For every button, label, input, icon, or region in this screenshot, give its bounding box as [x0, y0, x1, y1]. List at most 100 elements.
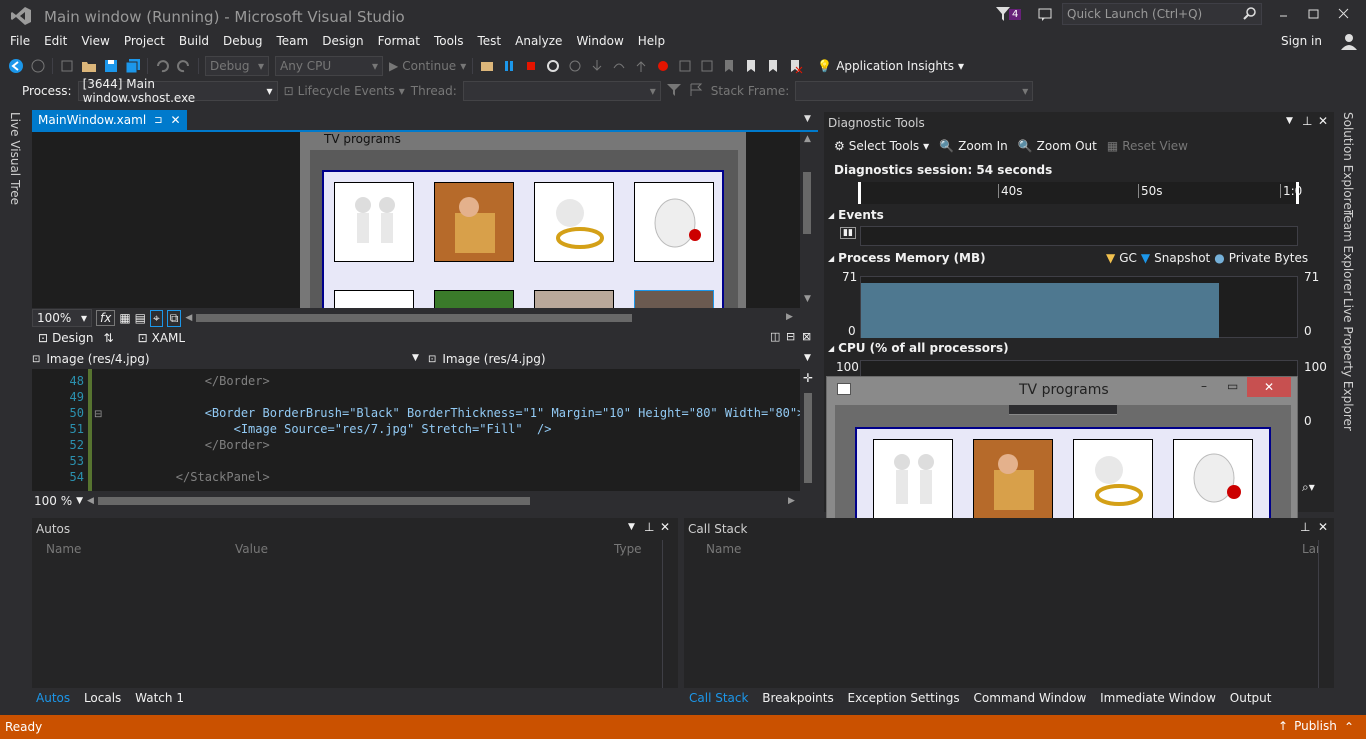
menu-edit[interactable]: Edit — [44, 34, 67, 48]
cpu-header[interactable]: ◢ CPU (% of all processors) — [828, 341, 1009, 355]
editor-vertical-scrollbar[interactable]: ✛ — [800, 369, 818, 491]
close-icon[interactable]: ✕ — [1318, 114, 1328, 128]
zoom-in-button[interactable]: 🔍 Zoom In — [939, 139, 1008, 153]
filter-icon[interactable] — [996, 7, 1010, 24]
scroll-right-icon[interactable]: ▶ — [788, 496, 795, 506]
sign-in-link[interactable]: Sign in — [1281, 34, 1322, 48]
collapse-region-icon[interactable]: ⊟ — [94, 409, 102, 420]
show-next-statement-icon[interactable] — [567, 58, 583, 74]
live-tree-adorner[interactable] — [1009, 405, 1117, 415]
tab-command-window[interactable]: Command Window — [973, 691, 1086, 705]
memory-header[interactable]: ◢ Process Memory (MB) — [828, 251, 986, 265]
collapse-pane-icon[interactable]: ⊠ — [802, 330, 811, 343]
program-image[interactable] — [434, 290, 514, 308]
scroll-down-icon[interactable]: ▼ — [804, 294, 811, 304]
chevron-up-icon[interactable]: ⌃ — [1344, 720, 1354, 734]
autos-scrollbar[interactable] — [662, 540, 676, 688]
quick-launch-input[interactable]: Quick Launch (Ctrl+Q) — [1062, 3, 1262, 25]
column-lang[interactable]: Lang — [1302, 542, 1318, 556]
config-dropdown[interactable]: Debug ▾ — [205, 56, 269, 76]
breakpoints-icon[interactable] — [655, 58, 671, 74]
maximize-button[interactable] — [1306, 6, 1322, 22]
thread-dropdown[interactable]: ▾ — [462, 81, 661, 101]
team-explorer-tab[interactable]: Team Explorer — [1341, 210, 1355, 296]
tab-watch1[interactable]: Watch 1 — [135, 691, 184, 705]
scroll-left-icon[interactable]: ◀ — [87, 496, 94, 506]
app-insights-button[interactable]: 💡 Application Insights ▾ — [817, 59, 964, 73]
tab-breakpoints[interactable]: Breakpoints — [762, 691, 833, 705]
effects-icon[interactable]: ⧉ — [166, 309, 182, 327]
menu-window[interactable]: Window — [576, 34, 623, 48]
events-header[interactable]: ◢ Events — [828, 208, 884, 222]
close-window-button[interactable] — [1336, 6, 1352, 22]
toolbar-icon[interactable] — [677, 58, 693, 74]
process-dropdown[interactable]: [3644] Main window.vshost.exe ▾ — [77, 77, 278, 105]
continue-button[interactable]: ▶ Continue ▾ — [389, 59, 466, 73]
program-image[interactable] — [1173, 439, 1253, 519]
swap-panes-icon[interactable]: ⇅ — [104, 331, 114, 345]
scroll-left-icon[interactable]: ◀ — [185, 313, 192, 323]
zoom-out-button[interactable]: 🔍 Zoom Out — [1018, 139, 1097, 153]
designer-scroll-thumb[interactable] — [803, 172, 811, 234]
memory-graph[interactable] — [860, 276, 1298, 338]
restart-icon[interactable] — [545, 58, 561, 74]
close-icon[interactable]: ✕ — [660, 520, 670, 534]
split-vertical-icon[interactable]: ◫ — [770, 330, 780, 343]
browser-link-icon[interactable] — [479, 58, 495, 74]
pin-icon[interactable]: ⊐ — [154, 115, 162, 126]
pin-icon[interactable]: ⊥ — [644, 520, 654, 534]
bookmark-clear-icon[interactable] — [787, 58, 803, 74]
breadcrumb-right[interactable]: ⊡ Image (res/4.jpg) — [428, 350, 798, 368]
snap-lines-icon[interactable]: ⌖ — [150, 309, 163, 327]
close-icon[interactable]: ✕ — [1318, 520, 1328, 534]
designer-window[interactable]: TV programs — [300, 132, 746, 308]
tv-minimize-button[interactable]: – — [1201, 379, 1207, 393]
back-icon[interactable] — [8, 58, 24, 74]
tv-close-button[interactable]: ✕ — [1247, 377, 1291, 397]
fx-icon[interactable]: fx — [96, 310, 116, 326]
pause-icon[interactable] — [501, 58, 517, 74]
menu-format[interactable]: Format — [378, 34, 420, 48]
menu-file[interactable]: File — [10, 34, 30, 48]
tab-autos[interactable]: Autos — [36, 691, 70, 705]
platform-dropdown[interactable]: Any CPU ▾ — [275, 56, 383, 76]
menu-build[interactable]: Build — [179, 34, 209, 48]
step-out-icon[interactable] — [633, 58, 649, 74]
callstack-scrollbar[interactable] — [1318, 540, 1332, 688]
tab-locals[interactable]: Locals — [84, 691, 121, 705]
chevron-down-icon[interactable]: ▼ — [804, 353, 811, 363]
tab-design[interactable]: ⊡ Design — [32, 331, 94, 345]
chevron-down-icon[interactable]: ▼ — [76, 496, 83, 506]
notification-badge[interactable]: 4 — [1009, 9, 1022, 20]
editor-hscroll-thumb[interactable] — [97, 497, 530, 505]
pause-events-icon[interactable]: ▮▮ — [840, 227, 856, 239]
lifecycle-events-button[interactable]: ⊡ Lifecycle Events ▾ — [284, 84, 405, 98]
bookmark-next-icon[interactable] — [743, 58, 759, 74]
column-type[interactable]: Type — [614, 542, 642, 556]
reset-view-button[interactable]: ▦ Reset View — [1107, 139, 1188, 153]
column-name[interactable]: Name — [706, 542, 741, 556]
column-name[interactable]: Name — [46, 542, 81, 556]
breadcrumb-left[interactable]: ⊡ Image (res/4.jpg) — [32, 350, 422, 368]
grid-icon[interactable]: ▦ — [119, 311, 130, 325]
tv-maximize-button[interactable]: ▭ — [1227, 379, 1238, 393]
undo-icon[interactable] — [154, 58, 170, 74]
forward-icon[interactable] — [30, 58, 46, 74]
close-icon[interactable]: ✕ — [171, 113, 181, 127]
window-position-icon[interactable]: ▼ — [628, 522, 635, 532]
menu-view[interactable]: View — [81, 34, 109, 48]
program-image[interactable] — [534, 290, 614, 308]
grid-snap-icon[interactable]: ▤ — [135, 311, 146, 325]
solution-explorer-tab[interactable]: Solution Explorer — [1341, 112, 1355, 215]
live-property-explorer-tab[interactable]: Live Property Explorer — [1341, 298, 1355, 431]
publish-button[interactable]: ↑ Publish — [1278, 719, 1337, 733]
live-visual-tree-tab[interactable]: Live Visual Tree — [8, 112, 22, 205]
program-image[interactable] — [434, 182, 514, 262]
open-folder-icon[interactable] — [81, 58, 97, 74]
save-icon[interactable] — [103, 58, 119, 74]
bookmark-icon[interactable] — [721, 58, 737, 74]
menu-debug[interactable]: Debug — [223, 34, 262, 48]
menu-test[interactable]: Test — [478, 34, 502, 48]
designer-hscroll-thumb[interactable] — [196, 314, 633, 322]
tab-output[interactable]: Output — [1230, 691, 1272, 705]
